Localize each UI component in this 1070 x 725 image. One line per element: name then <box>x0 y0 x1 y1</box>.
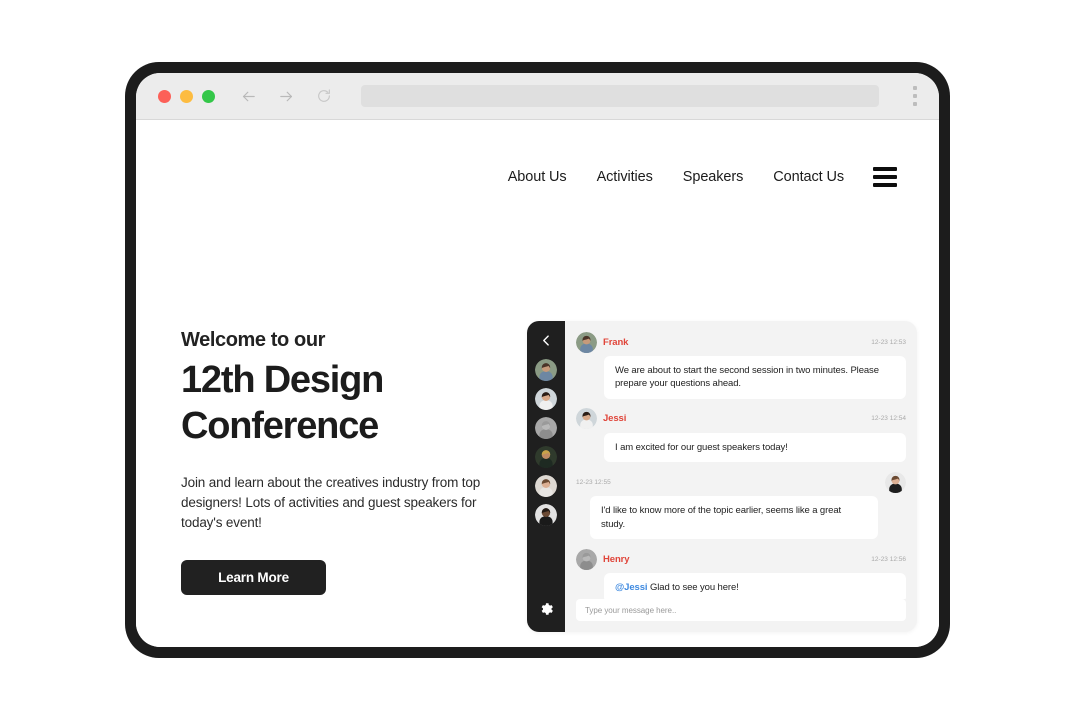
chat-message: Jessi 12-23 12:54 I am excited for our gue… <box>576 408 906 463</box>
chat-message-author: Jessi <box>603 413 627 425</box>
chat-message-header: 12-23 12:55 <box>576 471 906 493</box>
chat-message-author: Frank <box>603 336 629 348</box>
chat-member-avatar[interactable] <box>535 446 557 468</box>
chat-message: Frank 12-23 12:53 We are about to start th… <box>576 331 906 399</box>
chat-message-avatar[interactable] <box>576 331 597 353</box>
forward-arrow-icon[interactable] <box>277 87 295 105</box>
chat-message-avatar[interactable] <box>885 471 906 493</box>
chat-member-avatar[interactable] <box>535 359 557 381</box>
back-arrow-icon[interactable] <box>239 87 257 105</box>
nav-link-activities[interactable]: Activities <box>582 169 668 185</box>
chat-message-list[interactable]: Frank 12-23 12:53 We are about to start th… <box>565 321 917 599</box>
gear-icon[interactable] <box>537 600 555 618</box>
reload-icon[interactable] <box>315 87 333 105</box>
nav-link-contact-us[interactable]: Contact Us <box>758 169 859 185</box>
traffic-lights <box>158 89 215 103</box>
chat-conversation: Frank 12-23 12:53 We are about to start th… <box>565 321 917 632</box>
hero-section: Welcome to our 12th Design Conference Jo… <box>181 328 511 595</box>
hero-title-line-2: Conference <box>181 404 379 447</box>
hero-title: 12th Design Conference <box>181 358 511 449</box>
chat-message: Henry 12-23 12:56 @Jessi Glad to see you h… <box>576 548 906 599</box>
learn-more-button[interactable]: Learn More <box>181 559 326 595</box>
minimize-window-button[interactable] <box>180 89 193 103</box>
page-content: About Us Activities Speakers Contact Us … <box>136 120 939 647</box>
browser-window-inner: About Us Activities Speakers Contact Us … <box>136 73 939 647</box>
chat-member-avatar[interactable] <box>535 388 557 410</box>
chat-widget: Frank 12-23 12:53 We are about to start th… <box>527 321 917 632</box>
nav-link-about-us[interactable]: About Us <box>493 169 582 185</box>
site-navigation: About Us Activities Speakers Contact Us <box>493 167 897 187</box>
chat-member-avatar[interactable] <box>535 417 557 439</box>
chat-message-avatar[interactable] <box>576 408 597 430</box>
chat-message-timestamp: 12-23 12:56 <box>871 555 906 563</box>
hamburger-icon[interactable] <box>873 167 897 187</box>
chat-message-header: Henry 12-23 12:56 <box>576 548 906 570</box>
chat-member-list <box>535 359 557 526</box>
chat-message: 12-23 12:55 I'd like to know more of the … <box>576 471 906 540</box>
chat-message-timestamp: 12-23 12:55 <box>576 478 611 486</box>
chat-mention[interactable]: @Jessi <box>615 582 648 593</box>
hero-description: Join and learn about the creatives indus… <box>181 475 481 530</box>
maximize-window-button[interactable] <box>202 89 215 103</box>
browser-menu-icon[interactable] <box>907 86 923 106</box>
hero-title-line-1: 12th Design <box>181 359 384 401</box>
address-bar[interactable] <box>361 85 879 107</box>
chat-message-header: Jessi 12-23 12:54 <box>576 408 906 430</box>
chat-composer <box>565 599 917 632</box>
browser-window: About Us Activities Speakers Contact Us … <box>125 62 950 658</box>
browser-nav-buttons <box>239 87 333 105</box>
chat-message-author: Henry <box>603 553 630 565</box>
chat-message-header: Frank 12-23 12:53 <box>576 331 906 353</box>
chevron-left-icon[interactable] <box>535 329 557 351</box>
chat-message-timestamp: 12-23 12:54 <box>871 415 906 423</box>
chat-message-bubble: I am excited for our guest speakers toda… <box>604 432 906 463</box>
page-root: About Us Activities Speakers Contact Us … <box>0 0 1070 725</box>
nav-link-speakers[interactable]: Speakers <box>668 169 758 185</box>
chat-message-bubble: We are about to start the second session… <box>604 356 906 399</box>
close-window-button[interactable] <box>158 89 171 103</box>
chat-message-avatar[interactable] <box>576 548 597 570</box>
chat-message-bubble: I'd like to know more of the topic earli… <box>590 496 878 540</box>
chat-message-bubble: @Jessi Glad to see you here! <box>604 573 906 599</box>
chat-message-input[interactable] <box>576 599 906 621</box>
hero-eyebrow: Welcome to our <box>181 329 326 351</box>
chat-message-timestamp: 12-23 12:53 <box>871 338 906 346</box>
browser-titlebar <box>136 73 939 120</box>
chat-sidebar <box>527 321 565 632</box>
chat-member-avatar[interactable] <box>535 475 557 497</box>
chat-member-avatar[interactable] <box>535 504 557 526</box>
